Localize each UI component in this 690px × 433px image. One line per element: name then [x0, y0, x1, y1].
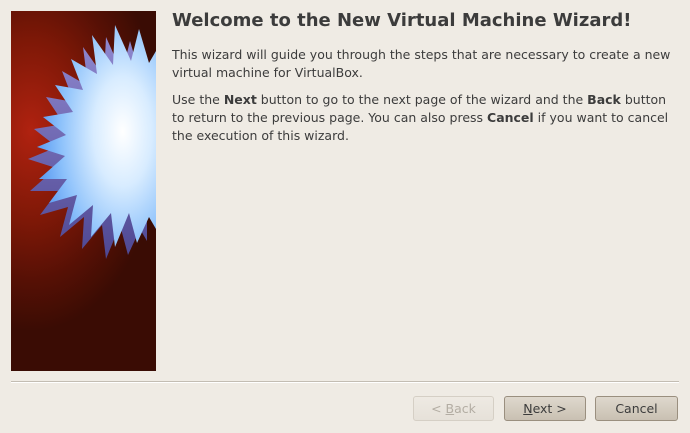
instructions-next-bold: Next	[223, 92, 257, 107]
cancel-button[interactable]: Cancel	[595, 396, 678, 421]
wizard-content: Welcome to the New Virtual Machine Wizar…	[172, 10, 677, 154]
instructions-text: button to go to the next page of the wiz…	[256, 92, 588, 107]
wizard-window: Welcome to the New Virtual Machine Wizar…	[0, 0, 690, 433]
instructions-cancel-bold: Cancel	[487, 110, 534, 125]
back-button[interactable]: < Back	[413, 396, 494, 421]
page-title: Welcome to the New Virtual Machine Wizar…	[172, 10, 632, 31]
back-button-label: ack	[454, 401, 476, 416]
intro-paragraph: This wizard will guide you through the s…	[172, 47, 671, 80]
back-button-mnemonic: B	[445, 401, 455, 416]
wizard-banner-image	[11, 11, 156, 371]
instructions-text: Use the	[172, 92, 224, 107]
starburst-logo-icon	[28, 25, 156, 259]
next-button-label: ext >	[532, 401, 567, 416]
instructions-back-bold: Back	[587, 92, 621, 107]
instructions-paragraph: Use the Next button to go to the next pa…	[172, 91, 677, 145]
button-separator	[11, 381, 679, 383]
next-button-mnemonic: N	[523, 401, 533, 416]
back-button-prefix: <	[431, 401, 446, 416]
next-button[interactable]: Next >	[504, 396, 586, 421]
